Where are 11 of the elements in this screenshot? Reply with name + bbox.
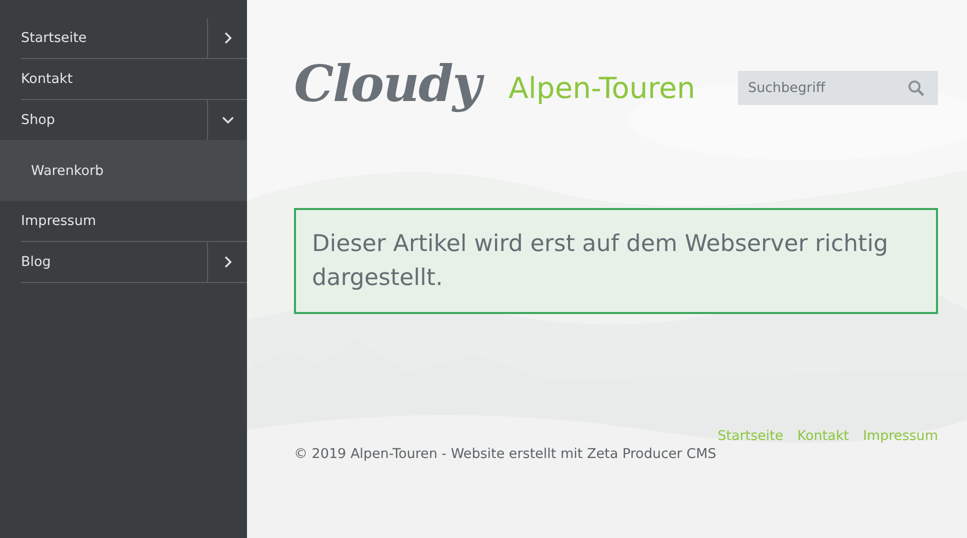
nav-item[interactable]: Kontakt bbox=[21, 59, 247, 99]
copyright-text: © 2019 Alpen-Touren - Website erstellt mit Zeta Producer CMS bbox=[294, 446, 718, 462]
submenu-item[interactable]: Warenkorb bbox=[0, 162, 247, 178]
site-title: Alpen-Touren bbox=[508, 71, 696, 105]
nav-item[interactable]: Startseite bbox=[21, 18, 207, 58]
nav-item[interactable]: Impressum bbox=[21, 201, 247, 241]
search-icon[interactable] bbox=[908, 80, 924, 96]
nav-item[interactable]: Blog bbox=[21, 242, 207, 282]
search-field[interactable]: Suchbegriff bbox=[738, 71, 938, 105]
nav-item[interactable]: Shop bbox=[21, 100, 207, 140]
notice-text: Dieser Artikel wird erst auf dem Webserver richtig dargestellt. bbox=[312, 230, 890, 293]
